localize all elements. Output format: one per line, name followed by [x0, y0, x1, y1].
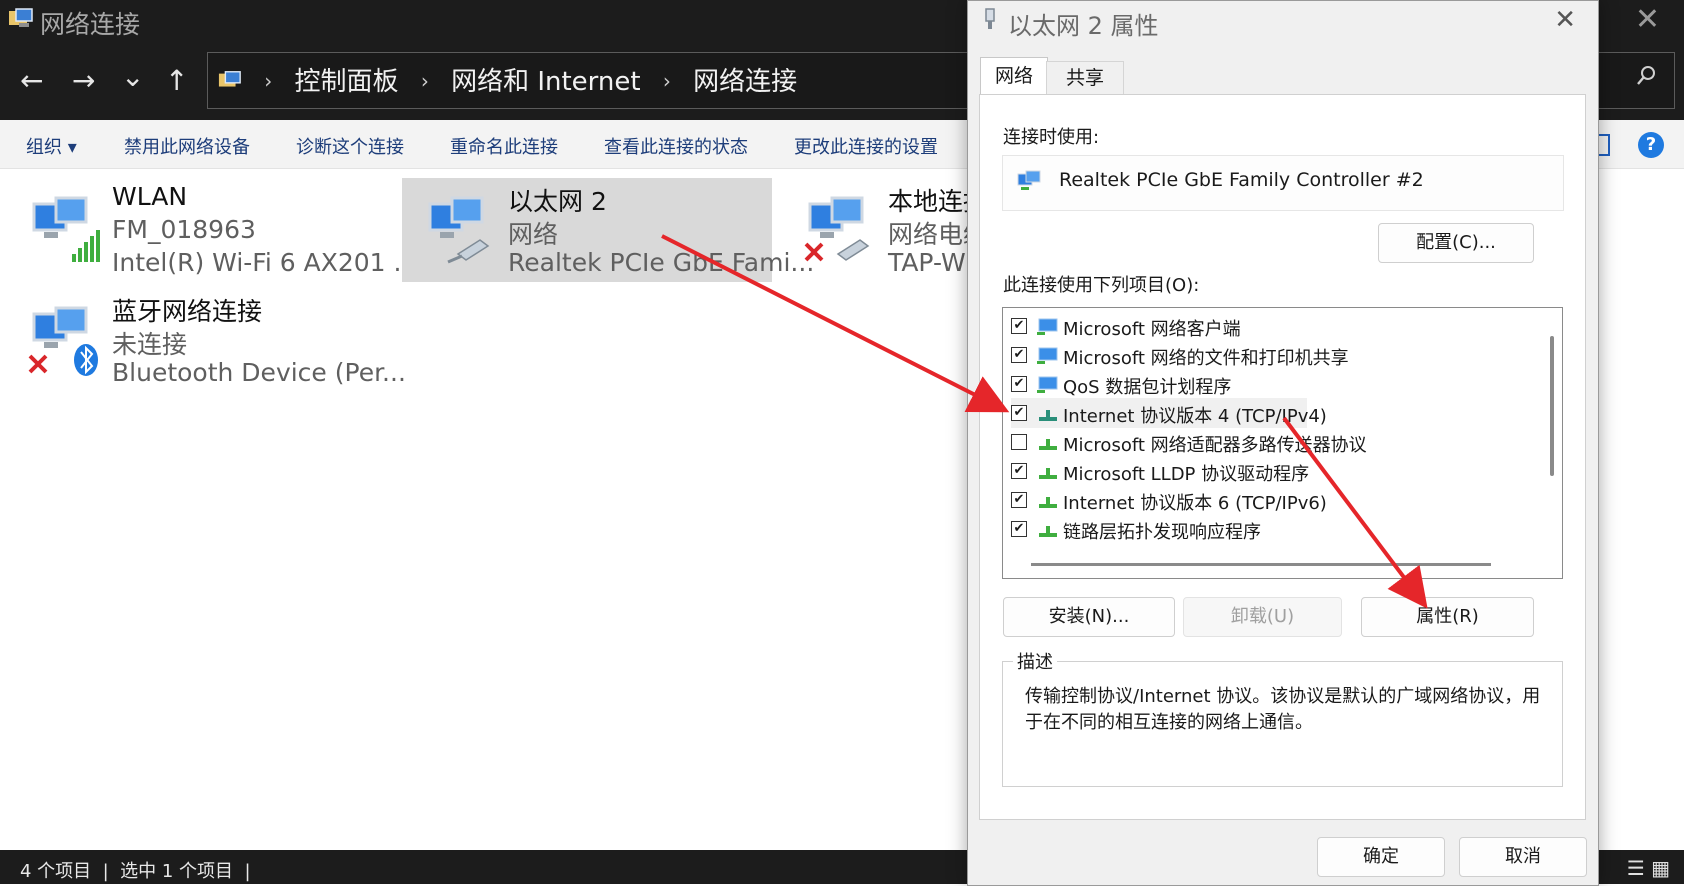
forward-button[interactable]: → — [72, 64, 95, 97]
vertical-scrollbar[interactable] — [1550, 336, 1554, 476]
item-label: QoS 数据包计划程序 — [1063, 377, 1232, 398]
network-client-icon — [1037, 347, 1058, 364]
checkbox[interactable]: ✔ — [1011, 492, 1027, 508]
connection-item-local[interactable]: 本地连接 网络电缆 TAP-Win — [782, 178, 967, 282]
network-client-icon — [1037, 376, 1058, 393]
status-text: 4 个项目 | 选中 1 个项目 | — [20, 861, 251, 882]
connection-name: WLAN — [112, 182, 188, 211]
item-label: Internet 协议版本 4 (TCP/IPv4) — [1063, 406, 1327, 427]
cancel-button[interactable]: 取消 — [1459, 837, 1587, 877]
connection-device: TAP-Win — [888, 248, 967, 277]
connection-name: 本地连接 — [888, 187, 967, 216]
breadcrumb-separator: › — [264, 69, 273, 93]
rename-connection-button[interactable]: 重命名此连接 — [450, 133, 558, 159]
ethernet-disconnected-icon — [804, 196, 870, 262]
item-label: Microsoft LLDP 协议驱动程序 — [1063, 464, 1310, 485]
network-tab-panel: 连接时使用: Realtek PCIe GbE Family Controlle… — [979, 94, 1586, 820]
protocol-icon — [1039, 410, 1057, 421]
diagnose-connection-button[interactable]: 诊断这个连接 — [296, 133, 404, 159]
breadcrumb-separator: › — [662, 69, 671, 93]
breadcrumb-separator: › — [420, 69, 429, 93]
list-item-selected[interactable]: ✔ Internet 协议版本 4 (TCP/IPv4) — [1011, 398, 1327, 428]
ethernet-adapter-icon — [428, 196, 490, 264]
network-client-icon — [1037, 318, 1058, 335]
help-icon[interactable]: ? — [1638, 132, 1664, 158]
connection-device: Intel(R) Wi-Fi 6 AX201 ... — [112, 248, 418, 277]
dialog-close-icon[interactable]: ✕ — [1554, 5, 1576, 35]
ethernet-properties-dialog: 以太网 2 属性 ✕ 网络 共享 连接时使用: Realtek PCIe GbE… — [967, 0, 1599, 886]
connection-device: Bluetooth Device (Per... — [112, 358, 406, 387]
adapter-name: Realtek PCIe GbE Family Controller #2 — [1059, 169, 1424, 191]
bluetooth-adapter-icon — [28, 306, 98, 376]
breadcrumb-network-internet[interactable]: 网络和 Internet — [451, 67, 641, 97]
connection-status: 网络电缆 — [888, 220, 967, 249]
properties-button[interactable]: 属性(R) — [1361, 597, 1534, 637]
tab-sharing[interactable]: 共享 — [1046, 61, 1124, 94]
checkbox[interactable] — [1011, 434, 1027, 450]
uninstall-button: 卸载(U) — [1183, 597, 1342, 637]
install-button[interactable]: 安装(N)... — [1003, 597, 1175, 637]
item-label: Microsoft 网络适配器多路传送器协议 — [1063, 435, 1367, 456]
tab-network[interactable]: 网络 — [980, 57, 1048, 96]
connection-status: 网络 — [508, 220, 559, 249]
protocol-icon — [1039, 526, 1057, 537]
connection-status: FM_018963 — [112, 215, 256, 244]
connection-item-bluetooth[interactable]: 蓝牙网络连接 未连接 Bluetooth Device (Per... — [6, 288, 406, 392]
recent-locations-button[interactable]: ⌄ — [121, 60, 144, 93]
up-button[interactable]: ↑ — [165, 64, 188, 97]
checkbox[interactable]: ✔ — [1011, 463, 1027, 479]
connection-name: 蓝牙网络连接 — [112, 297, 263, 326]
search-icon[interactable] — [1636, 65, 1656, 87]
breadcrumb: › 控制面板 › 网络和 Internet › 网络连接 — [218, 61, 797, 98]
items-label: 此连接使用下列项目(O): — [1003, 275, 1200, 296]
window-title: 网络连接 — [40, 10, 141, 39]
item-label: Internet 协议版本 6 (TCP/IPv6) — [1063, 493, 1327, 514]
wifi-adapter-icon — [32, 196, 100, 262]
description-text: 传输控制协议/Internet 协议。该协议是默认的广域网络协议，用于在不同的相… — [1025, 686, 1541, 733]
adapter-icon — [1017, 170, 1041, 190]
dialog-title: 以太网 2 属性 — [1008, 12, 1159, 40]
adapter-icon — [985, 8, 995, 29]
details-view-icon[interactable]: ☰ ▦ — [1627, 856, 1670, 880]
close-icon[interactable]: ✕ — [1635, 2, 1660, 37]
disable-device-button[interactable]: 禁用此网络设备 — [124, 133, 250, 159]
connection-status: 未连接 — [112, 330, 188, 359]
checkbox[interactable]: ✔ — [1011, 405, 1027, 421]
description-group: 描述 传输控制协议/Internet 协议。该协议是默认的广域网络协议，用于在不… — [1002, 648, 1563, 787]
checkbox[interactable]: ✔ — [1011, 521, 1027, 537]
checkbox[interactable]: ✔ — [1011, 347, 1027, 363]
back-button[interactable]: ← — [20, 64, 43, 97]
item-label: Microsoft 网络客户端 — [1063, 319, 1241, 340]
adapter-field: Realtek PCIe GbE Family Controller #2 — [1002, 155, 1564, 211]
control-panel-icon — [218, 71, 241, 87]
breadcrumb-network-connections[interactable]: 网络连接 — [693, 67, 797, 97]
item-label: 链路层拓扑发现响应程序 — [1063, 522, 1261, 543]
protocol-icon — [1039, 497, 1057, 508]
connection-item-wlan[interactable]: WLAN FM_018963 Intel(R) Wi-Fi 6 AX201 ..… — [6, 178, 417, 282]
ok-button[interactable]: 确定 — [1317, 837, 1445, 877]
item-label: Microsoft 网络的文件和打印机共享 — [1063, 348, 1349, 369]
breadcrumb-control-panel[interactable]: 控制面板 — [295, 67, 399, 97]
checkbox[interactable]: ✔ — [1011, 318, 1027, 334]
connection-device: Realtek PCIe GbE Fami... — [508, 248, 815, 277]
protocol-icon — [1039, 468, 1057, 479]
components-list[interactable]: ✔ Microsoft 网络客户端 ✔ Microsoft 网络的文件和打印机共… — [1002, 307, 1563, 579]
connect-using-label: 连接时使用: — [1003, 127, 1100, 148]
protocol-icon — [1039, 439, 1057, 450]
configure-button[interactable]: 配置(C)... — [1378, 223, 1534, 263]
connection-name: 以太网 2 — [508, 187, 607, 216]
description-legend: 描述 — [1013, 648, 1057, 674]
network-folder-icon — [9, 8, 33, 27]
connection-item-ethernet-2[interactable]: 以太网 2 网络 Realtek PCIe GbE Fami... — [402, 178, 814, 282]
view-status-button[interactable]: 查看此连接的状态 — [604, 133, 748, 159]
change-settings-button[interactable]: 更改此连接的设置 — [794, 133, 938, 159]
organize-menu[interactable]: 组织 ▾ — [26, 133, 77, 159]
checkbox[interactable]: ✔ — [1011, 376, 1027, 392]
horizontal-scrollbar[interactable] — [1031, 563, 1491, 566]
